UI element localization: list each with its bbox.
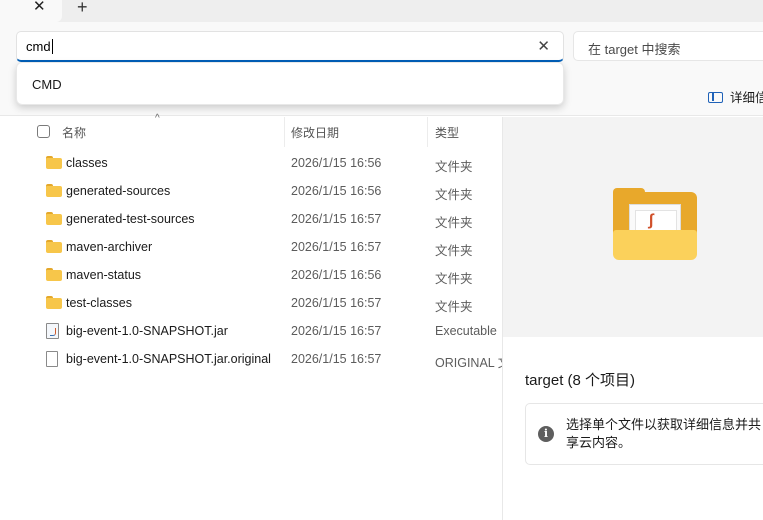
folder-icon [46,268,62,281]
search-placeholder: 在 target 中搜索 [588,42,681,57]
file-name: test-classes [66,296,132,310]
file-row[interactable]: maven-archiver 2026/1/15 16:57 文件夹 [0,233,502,261]
explorer-tab[interactable]: ✕ [0,0,62,22]
file-type: ORIGINAL 文 [435,356,502,370]
folder-icon [46,212,62,225]
file-name: big-event-1.0-SNAPSHOT.jar [66,324,228,338]
address-suggestions: CMD [16,62,564,105]
file-row[interactable]: big-event-1.0-SNAPSHOT.jar 2026/1/15 16:… [0,317,502,345]
file-row[interactable]: generated-sources 2026/1/15 16:56 文件夹 [0,177,502,205]
details-title: target (8 个项目) [525,372,636,389]
folder-icon [46,156,62,169]
info-icon: i [538,426,554,442]
file-date: 2026/1/15 16:56 [291,184,382,198]
file-icon [46,351,58,367]
file-date: 2026/1/15 16:57 [291,212,382,226]
details-pane-icon [708,92,723,103]
clear-icon[interactable]: ✕ [537,37,550,55]
file-date: 2026/1/15 16:57 [291,240,382,254]
details-pane-button[interactable]: 详细信 [708,87,763,106]
sort-ascending-icon: ^ [155,113,160,124]
new-tab-button[interactable]: + [77,0,88,17]
column-name[interactable]: 名称 [62,124,86,141]
file-name: maven-status [66,268,142,282]
folder-icon [46,296,62,309]
file-row[interactable]: generated-test-sources 2026/1/15 16:57 文… [0,205,502,233]
file-date: 2026/1/15 16:57 [291,296,382,310]
jar-file-icon [46,323,59,339]
column-divider[interactable] [427,117,428,147]
file-type: Executable [435,324,497,338]
file-type: 文件夹 [435,216,473,230]
address-text: cmd [26,39,53,54]
file-list-header: 名称 ^ 修改日期 类型 [0,113,502,147]
folder-icon [46,240,62,253]
file-date: 2026/1/15 16:56 [291,268,382,282]
file-type: 文件夹 [435,188,473,202]
file-name: maven-archiver [66,240,153,254]
column-type[interactable]: 类型 [435,124,459,141]
file-date: 2026/1/15 16:57 [291,324,382,338]
file-date: 2026/1/15 16:57 [291,352,382,366]
file-row[interactable]: test-classes 2026/1/15 16:57 文件夹 [0,289,502,317]
suggestion-item[interactable]: CMD [32,77,62,92]
preview-area: ∫ [503,117,763,337]
column-date-modified[interactable]: 修改日期 [291,124,339,141]
file-name: generated-sources [66,184,171,198]
file-type: 文件夹 [435,160,473,174]
address-bar-input[interactable]: cmd ✕ [16,31,564,62]
title-bar: ✕ + [0,0,763,22]
file-name: classes [66,156,108,170]
file-row[interactable]: maven-status 2026/1/15 16:56 文件夹 [0,261,502,289]
details-message: 选择单个文件以获取详细信息并共享云内容。 [566,417,762,450]
folder-icon [46,184,62,197]
file-type: 文件夹 [435,300,473,314]
file-row[interactable]: big-event-1.0-SNAPSHOT.jar.original 2026… [0,345,502,373]
file-type: 文件夹 [435,272,473,286]
file-type: 文件夹 [435,244,473,258]
close-tab-icon[interactable]: ✕ [33,0,46,16]
file-name: big-event-1.0-SNAPSHOT.jar.original [66,352,271,366]
file-row[interactable]: classes 2026/1/15 16:56 文件夹 [0,149,502,177]
search-input[interactable]: 在 target 中搜索 [573,31,763,61]
folder-preview-icon: ∫ [613,188,697,260]
column-divider[interactable] [284,117,285,147]
details-info-card: i 选择单个文件以获取详细信息并共享云内容。 [525,403,763,465]
select-all-checkbox[interactable] [37,125,50,138]
file-name: generated-test-sources [66,212,195,226]
file-date: 2026/1/15 16:56 [291,156,382,170]
